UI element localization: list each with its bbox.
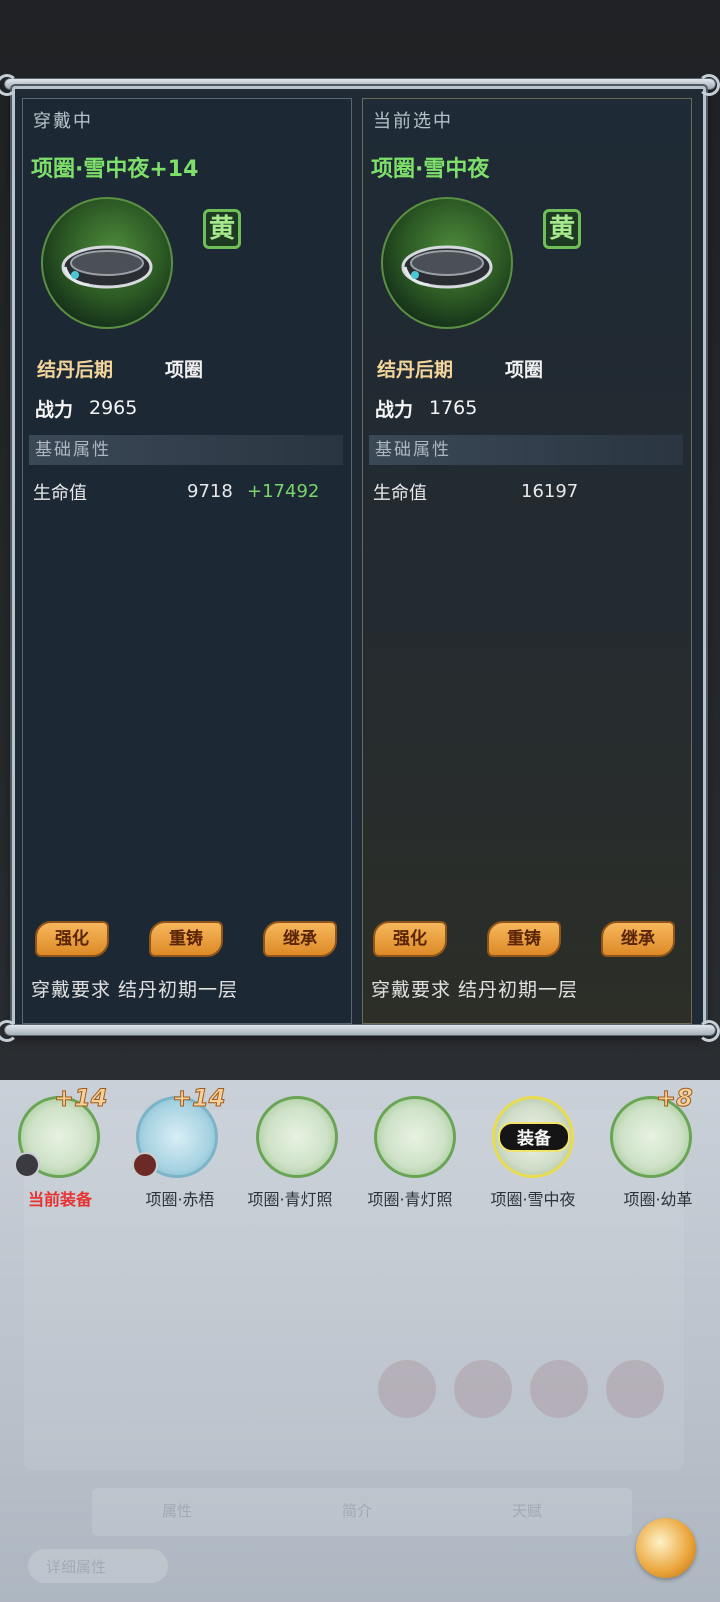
- stat-value-hp: 16197: [521, 481, 579, 502]
- inventory-label: 项圈·青灯照: [367, 1190, 453, 1209]
- necklace-icon: [256, 1096, 338, 1178]
- background-tab: 简介: [342, 1502, 373, 1520]
- enhance-button[interactable]: 强化: [35, 921, 109, 957]
- background-stats-card: [24, 1110, 684, 1470]
- section-basic-attributes: 基础属性: [29, 435, 343, 465]
- inventory-label: 当前装备: [27, 1190, 92, 1209]
- inventory-label: 项圈·青灯照: [247, 1190, 333, 1209]
- frame-scroll-bottom: [4, 1024, 716, 1036]
- necklace-icon: [381, 197, 513, 329]
- wear-requirement: 穿戴要求 结丹初期一层: [371, 979, 579, 1001]
- slot-type: 项圈: [165, 359, 204, 381]
- reforge-button[interactable]: 重铸: [149, 921, 223, 957]
- enhance-level-badge: +14: [172, 1084, 227, 1113]
- inventory-slot[interactable]: [370, 1096, 456, 1186]
- enhance-level-badge: +14: [54, 1084, 109, 1113]
- background-tab-bar: 属性 简介 天赋: [92, 1488, 632, 1536]
- inventory-slot-selected[interactable]: 装备: [488, 1096, 574, 1186]
- power-value: 1765: [429, 397, 478, 419]
- swirl-icon[interactable]: [636, 1518, 696, 1578]
- item-name: 项圈·雪中夜: [371, 157, 490, 182]
- stat-value-hp: 9718: [187, 481, 233, 502]
- panel-header: 穿戴中: [33, 111, 93, 132]
- item-name: 项圈·雪中夜+14: [31, 157, 199, 182]
- inventory-label: 项圈·幼革: [623, 1190, 693, 1209]
- selected-item-panel: 当前选中 项圈·雪中夜 黄 结丹后期 项圈 战力 1765 基础属性 生命值 1…: [362, 98, 692, 1024]
- stat-bonus-hp: +17492: [247, 481, 320, 502]
- section-basic-attributes: 基础属性: [369, 435, 683, 465]
- inventory-slot[interactable]: +14: [132, 1084, 226, 1186]
- wear-requirement: 穿戴要求 结丹初期一层: [31, 979, 239, 1001]
- inventory-label: 项圈·雪中夜: [490, 1190, 576, 1209]
- inherit-button[interactable]: 继承: [263, 921, 337, 957]
- frame-curl-ornament: [698, 74, 720, 96]
- background-skill-icon: [454, 1360, 512, 1418]
- enhance-level-badge: +8: [656, 1084, 694, 1113]
- grade-badge: 黄: [203, 209, 241, 249]
- power-label: 战力: [375, 399, 414, 421]
- power-label: 战力: [35, 399, 74, 421]
- background-skill-icon: [378, 1360, 436, 1418]
- equip-badge[interactable]: 装备: [498, 1122, 570, 1152]
- necklace-icon: [374, 1096, 456, 1178]
- realm-requirement: 结丹后期: [37, 359, 114, 381]
- enhance-button[interactable]: 强化: [373, 921, 447, 957]
- power-value: 2965: [89, 397, 138, 419]
- inventory-slot[interactable]: [252, 1096, 338, 1186]
- panel-header: 当前选中: [373, 111, 453, 132]
- inventory-label: 项圈·赤梧: [145, 1190, 215, 1209]
- gem-icon: [14, 1152, 40, 1178]
- necklace-icon: [41, 197, 173, 329]
- equipped-item-panel: 穿戴中 项圈·雪中夜+14 黄 结丹后期 项圈 战力 2965 基础属性 生命值…: [22, 98, 352, 1024]
- frame-curl-ornament: [698, 1020, 720, 1042]
- background-tab: 属性: [162, 1502, 193, 1520]
- stat-name-hp: 生命值: [373, 483, 427, 504]
- realm-requirement: 结丹后期: [377, 359, 454, 381]
- background-detail-button: 详细属性: [28, 1549, 168, 1583]
- background-skill-icon: [606, 1360, 664, 1418]
- stat-name-hp: 生命值: [33, 483, 87, 504]
- background-tab: 天赋: [512, 1502, 543, 1520]
- gem-icon: [132, 1152, 158, 1178]
- inventory-slot-current[interactable]: +14: [14, 1084, 108, 1186]
- background-skill-icon: [530, 1360, 588, 1418]
- inherit-button[interactable]: 继承: [601, 921, 675, 957]
- grade-badge: 黄: [543, 209, 581, 249]
- slot-type: 项圈: [505, 359, 544, 381]
- reforge-button[interactable]: 重铸: [487, 921, 561, 957]
- inventory-slot[interactable]: +8: [606, 1084, 693, 1186]
- background-detail-label: 详细属性: [46, 1558, 107, 1576]
